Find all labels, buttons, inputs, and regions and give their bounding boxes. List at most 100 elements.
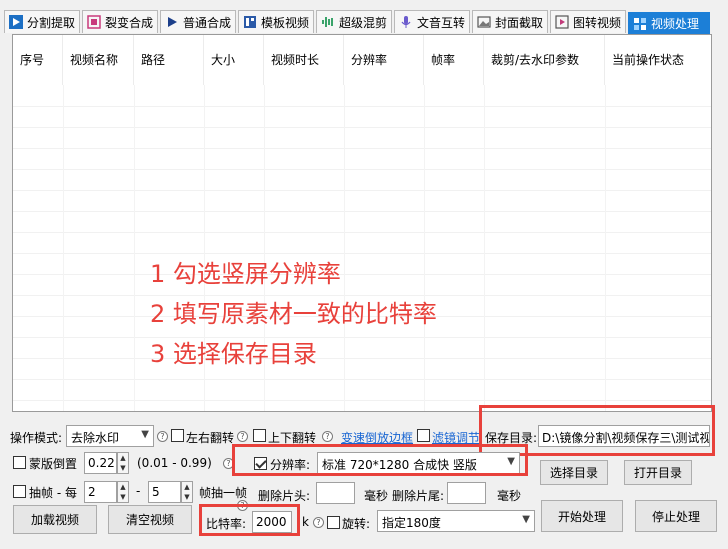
drop-frame-a-stepper[interactable]: ▲ ▼ bbox=[117, 481, 129, 503]
mask-invert-label: 蒙版倒置 bbox=[29, 457, 78, 471]
grid-line bbox=[13, 106, 711, 107]
tab-normal-merge[interactable]: 普通合成 bbox=[160, 10, 236, 33]
flip-lr-label: 左右翻转 bbox=[186, 431, 235, 445]
grid-line bbox=[13, 337, 711, 338]
rotate-value: 指定180度 bbox=[382, 516, 441, 530]
rotate-checkbox[interactable] bbox=[327, 516, 340, 529]
tab-label: 裂变合成 bbox=[105, 15, 154, 30]
grid-line bbox=[63, 85, 64, 411]
flip-ud-checkbox[interactable] bbox=[253, 429, 266, 442]
tab-bar: 分割提取 裂变合成 普通合成 模板视频 超级混剪 文音互转 封面截取 图转视频 … bbox=[0, 0, 728, 34]
video-process-icon bbox=[633, 17, 647, 31]
start-button[interactable]: 开始处理 bbox=[541, 500, 623, 532]
delete-head-field[interactable] bbox=[316, 482, 355, 504]
grid-line bbox=[13, 169, 711, 170]
delete-head-label: 删除片头: bbox=[258, 489, 311, 503]
instruction-line-1: 1 勾选竖屏分辨率 bbox=[150, 260, 341, 288]
tab-video-process[interactable]: 视频处理 bbox=[628, 12, 710, 34]
play-icon bbox=[9, 15, 23, 29]
clear-video-button[interactable]: 清空视频 bbox=[108, 505, 192, 534]
flip-lr-checkbox[interactable] bbox=[171, 429, 184, 442]
bitrate-unit: k bbox=[302, 515, 309, 529]
ms-unit-1: 毫秒 bbox=[364, 489, 389, 503]
grid-line bbox=[484, 85, 485, 411]
col-size[interactable]: 大小 bbox=[204, 35, 264, 85]
delete-tail-field[interactable] bbox=[447, 482, 486, 504]
tab-fission-merge[interactable]: 裂变合成 bbox=[82, 10, 158, 33]
grid-line bbox=[13, 211, 711, 212]
tab-label: 文音互转 bbox=[417, 15, 466, 30]
open-dir-button[interactable]: 打开目录 bbox=[624, 460, 692, 485]
tab-super-mix[interactable]: 超级混剪 bbox=[316, 10, 392, 33]
col-video-name[interactable]: 视频名称 bbox=[63, 35, 134, 85]
highlight-bitrate bbox=[199, 504, 300, 536]
drop-frame-b-field[interactable]: 5 bbox=[148, 481, 181, 503]
chevron-down-icon: ▼ bbox=[522, 514, 530, 525]
mode-value: 去除水印 bbox=[71, 431, 120, 445]
drop-frame-checkbox[interactable] bbox=[13, 485, 26, 498]
tab-template-video[interactable]: 模板视频 bbox=[238, 10, 314, 33]
arrow-icon bbox=[165, 15, 179, 29]
drop-frame-suffix: 帧抽一帧 bbox=[199, 486, 248, 500]
help-icon[interactable]: ? bbox=[322, 431, 333, 442]
grid-line bbox=[13, 127, 711, 128]
col-crop-params[interactable]: 裁剪/去水印参数 bbox=[484, 35, 605, 85]
col-index[interactable]: 序号 bbox=[13, 35, 63, 85]
grid-line bbox=[134, 85, 135, 411]
mode-select[interactable]: 去除水印 ▼ bbox=[66, 425, 154, 447]
load-video-button[interactable]: 加载视频 bbox=[13, 505, 97, 534]
tab-split-extract[interactable]: 分割提取 bbox=[4, 10, 80, 33]
microphone-icon bbox=[399, 15, 413, 29]
range-dash: - bbox=[136, 484, 141, 498]
mode-label: 操作模式: bbox=[10, 431, 63, 445]
col-path[interactable]: 路径 bbox=[134, 35, 204, 85]
tab-image-to-video[interactable]: 图转视频 bbox=[550, 10, 626, 33]
grid-line bbox=[13, 232, 711, 233]
instruction-line-3: 3 选择保存目录 bbox=[150, 340, 317, 368]
drop-frame-label: 抽帧 - 每 bbox=[29, 486, 77, 500]
help-icon[interactable]: ? bbox=[157, 431, 168, 442]
grid-line bbox=[13, 148, 711, 149]
grid-line bbox=[13, 253, 711, 254]
grid-line bbox=[13, 274, 711, 275]
tab-label: 模板视频 bbox=[261, 15, 310, 30]
waveform-icon bbox=[321, 15, 335, 29]
mask-range: (0.01 - 0.99) bbox=[137, 456, 212, 470]
ms-unit-2: 毫秒 bbox=[497, 489, 522, 503]
drop-frame-a-field[interactable]: 2 bbox=[84, 481, 117, 503]
grid-line bbox=[424, 85, 425, 411]
tab-label: 视频处理 bbox=[651, 17, 700, 31]
grid-line bbox=[13, 190, 711, 191]
grid-icon bbox=[243, 15, 257, 29]
grid-line bbox=[13, 400, 711, 401]
mask-stepper[interactable]: ▲ ▼ bbox=[117, 452, 129, 474]
chevron-down-icon: ▼ bbox=[141, 429, 149, 440]
video-table[interactable]: 序号 视频名称 路径 大小 视频时长 分辨率 帧率 裁剪/去水印参数 当前操作状… bbox=[12, 34, 712, 412]
tab-label: 分割提取 bbox=[27, 15, 76, 30]
filter-checkbox[interactable] bbox=[417, 429, 430, 442]
col-status[interactable]: 当前操作状态 bbox=[605, 35, 711, 85]
tab-label: 封面截取 bbox=[495, 15, 544, 30]
tab-cover-capture[interactable]: 封面截取 bbox=[472, 10, 548, 33]
help-icon[interactable]: ? bbox=[313, 517, 324, 528]
tab-label: 普通合成 bbox=[183, 15, 232, 30]
help-icon[interactable]: ? bbox=[237, 431, 248, 442]
mask-invert-checkbox[interactable] bbox=[13, 456, 26, 469]
rotate-select[interactable]: 指定180度 ▼ bbox=[377, 510, 535, 532]
split-icon bbox=[87, 15, 101, 29]
col-framerate[interactable]: 帧率 bbox=[424, 35, 484, 85]
tab-text-audio[interactable]: 文音互转 bbox=[394, 10, 470, 33]
col-resolution[interactable]: 分辨率 bbox=[344, 35, 424, 85]
delete-tail-label: 删除片尾: bbox=[392, 489, 445, 503]
stop-button[interactable]: 停止处理 bbox=[635, 500, 717, 532]
instruction-line-2: 2 填写原素材一致的比特率 bbox=[150, 300, 437, 328]
choose-dir-button[interactable]: 选择目录 bbox=[540, 460, 608, 485]
grid-line bbox=[13, 379, 711, 380]
mask-value-field[interactable]: 0.22 bbox=[84, 452, 117, 474]
grid-line bbox=[344, 85, 345, 411]
image-icon bbox=[477, 15, 491, 29]
col-duration[interactable]: 视频时长 bbox=[264, 35, 344, 85]
rotate-label: 旋转: bbox=[342, 517, 371, 531]
highlight-resolution bbox=[232, 444, 528, 476]
drop-frame-b-stepper[interactable]: ▲ ▼ bbox=[181, 481, 193, 503]
